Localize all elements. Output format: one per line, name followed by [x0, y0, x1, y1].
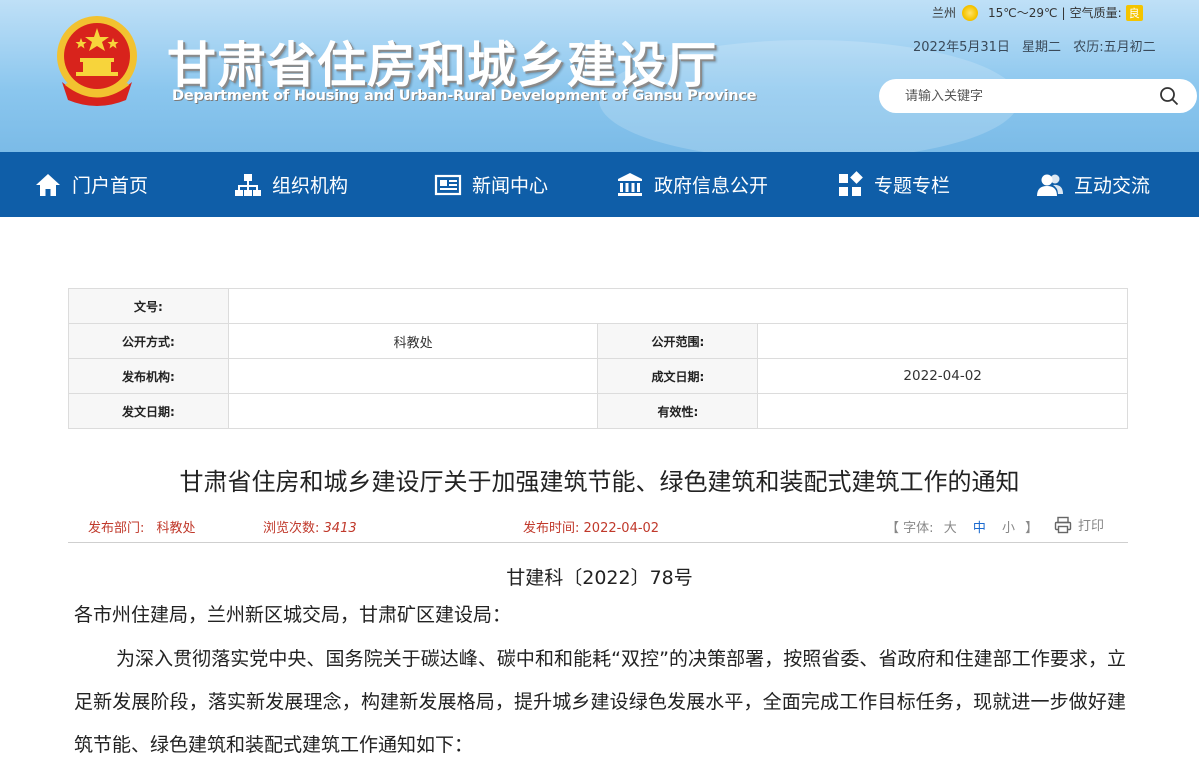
table-row: 发布机构: 成文日期: 2022-04-02	[68, 358, 1128, 394]
issue-date-label: 发文日期:	[68, 393, 229, 429]
doc-no-label: 文号:	[68, 288, 229, 324]
department-value: 科教处	[156, 521, 196, 536]
font-size-small[interactable]: 小	[1002, 521, 1015, 536]
national-emblem-icon	[57, 16, 137, 106]
validity-value	[757, 393, 1128, 429]
weather-separator: |	[1061, 5, 1066, 20]
weather-temperature: 15℃～29℃	[988, 6, 1058, 20]
font-size-medium[interactable]: 中	[973, 521, 986, 536]
disclosure-scope-value	[757, 323, 1128, 359]
font-size-large[interactable]: 大	[944, 521, 957, 536]
date-display: 2022年5月31日 星期二 农历:五月初二	[913, 36, 1164, 55]
government-building-icon	[618, 172, 642, 196]
font-size-close-bracket: 】	[1025, 521, 1039, 536]
weather-city: 兰州	[932, 6, 957, 20]
document-info-table: 文号: 公开方式: 科教处 公开范围: 发布机构: 成文日期: 2022-04-…	[68, 288, 1129, 429]
date-gregorian: 2022年5月31日	[913, 40, 1010, 55]
issue-date-value	[227, 393, 599, 429]
doc-no-value	[227, 288, 1129, 324]
meta-publish-time: 发布时间: 2022-04-02	[523, 517, 659, 536]
meta-department: 发布部门: 科教处	[88, 517, 196, 536]
nav-item-label: 政府信息公开	[654, 175, 769, 197]
org-chart-icon	[235, 173, 261, 196]
site-title[interactable]: 甘肃省住房和城乡建设厅	[167, 26, 717, 97]
date-lunar: 农历:五月初二	[1073, 40, 1156, 55]
views-value: 3413	[323, 521, 357, 536]
font-size-open-bracket: 【	[886, 521, 900, 536]
font-size-control: 【 字体: 大 中 小 】	[886, 517, 1038, 536]
publish-time-value: 2022-04-02	[583, 521, 660, 536]
table-row: 发文日期: 有效性:	[68, 393, 1128, 429]
nav-item-label: 互动交流	[1074, 175, 1151, 197]
users-icon	[1037, 174, 1063, 196]
document-number: 甘建科〔2022〕78号	[506, 567, 693, 589]
meta-views: 浏览次数: 3413	[263, 517, 357, 536]
disclosure-method-value: 科教处	[227, 323, 599, 359]
nav-item-label: 组织机构	[272, 175, 349, 197]
disclosure-scope-label: 公开范围:	[597, 323, 759, 359]
views-label: 浏览次数:	[263, 521, 320, 536]
nav-item-interaction[interactable]: 互动交流	[1036, 152, 1150, 217]
creation-date-label: 成文日期:	[597, 358, 759, 394]
main-nav: 门户首页 组织机构 新闻中心 政府信息公开 专题专栏 互动交流	[0, 152, 1199, 217]
nav-item-gov-info[interactable]: 政府信息公开	[616, 152, 768, 217]
search-icon[interactable]	[1159, 86, 1179, 106]
article-paragraph: 为深入贯彻落实党中央、国务院关于碳达峰、碳中和和能耗“双控”的决策部署，按照省委…	[74, 648, 1126, 756]
nav-item-special-topics[interactable]: 专题专栏	[836, 152, 950, 217]
print-button[interactable]: 打印	[1054, 515, 1104, 534]
addressee: 各市州住建局，兰州新区城交局，甘肃矿区建设局：	[74, 604, 512, 626]
issuer-value	[227, 358, 599, 394]
date-weekday: 星期二	[1022, 40, 1062, 55]
article-title: 甘肃省住房和城乡建设厅关于加强建筑节能、绿色建筑和装配式建筑工作的通知	[179, 468, 1020, 496]
grid-blocks-icon	[839, 170, 863, 196]
nav-item-organization[interactable]: 组织机构	[234, 152, 348, 217]
meta-divider	[68, 542, 1128, 543]
nav-item-label: 新闻中心	[472, 175, 549, 197]
home-icon	[36, 173, 60, 196]
air-quality-badge: 良	[1125, 4, 1143, 21]
font-size-label: 字体:	[903, 521, 934, 536]
department-label: 发布部门:	[88, 521, 145, 536]
sunny-icon	[962, 4, 979, 21]
newspaper-icon	[434, 174, 462, 195]
air-quality-label: 空气质量:	[1069, 6, 1122, 20]
weather-widget: 兰州 15℃～29℃ | 空气质量: 良	[932, 4, 1143, 21]
nav-item-home[interactable]: 门户首页	[34, 152, 148, 217]
print-label: 打印	[1078, 519, 1105, 534]
issuer-label: 发布机构:	[68, 358, 229, 394]
search-box	[879, 79, 1197, 113]
table-row: 文号:	[68, 288, 1129, 324]
nav-item-news[interactable]: 新闻中心	[434, 152, 548, 217]
site-subtitle: Department of Housing and Urban-Rural De…	[172, 88, 757, 104]
disclosure-method-label: 公开方式:	[68, 323, 229, 359]
nav-item-label: 门户首页	[72, 175, 149, 197]
publish-time-label: 发布时间:	[523, 521, 580, 536]
printer-icon	[1054, 516, 1072, 533]
site-header: 甘肃省住房和城乡建设厅 Department of Housing and Ur…	[0, 0, 1199, 152]
validity-label: 有效性:	[597, 393, 759, 429]
article-main: 文号: 公开方式: 科教处 公开范围: 发布机构: 成文日期: 2022-04-…	[0, 217, 1199, 762]
table-row: 公开方式: 科教处 公开范围:	[68, 323, 1128, 359]
creation-date-value: 2022-04-02	[757, 358, 1128, 394]
search-input[interactable]	[905, 88, 1145, 104]
nav-item-label: 专题专栏	[874, 175, 951, 197]
